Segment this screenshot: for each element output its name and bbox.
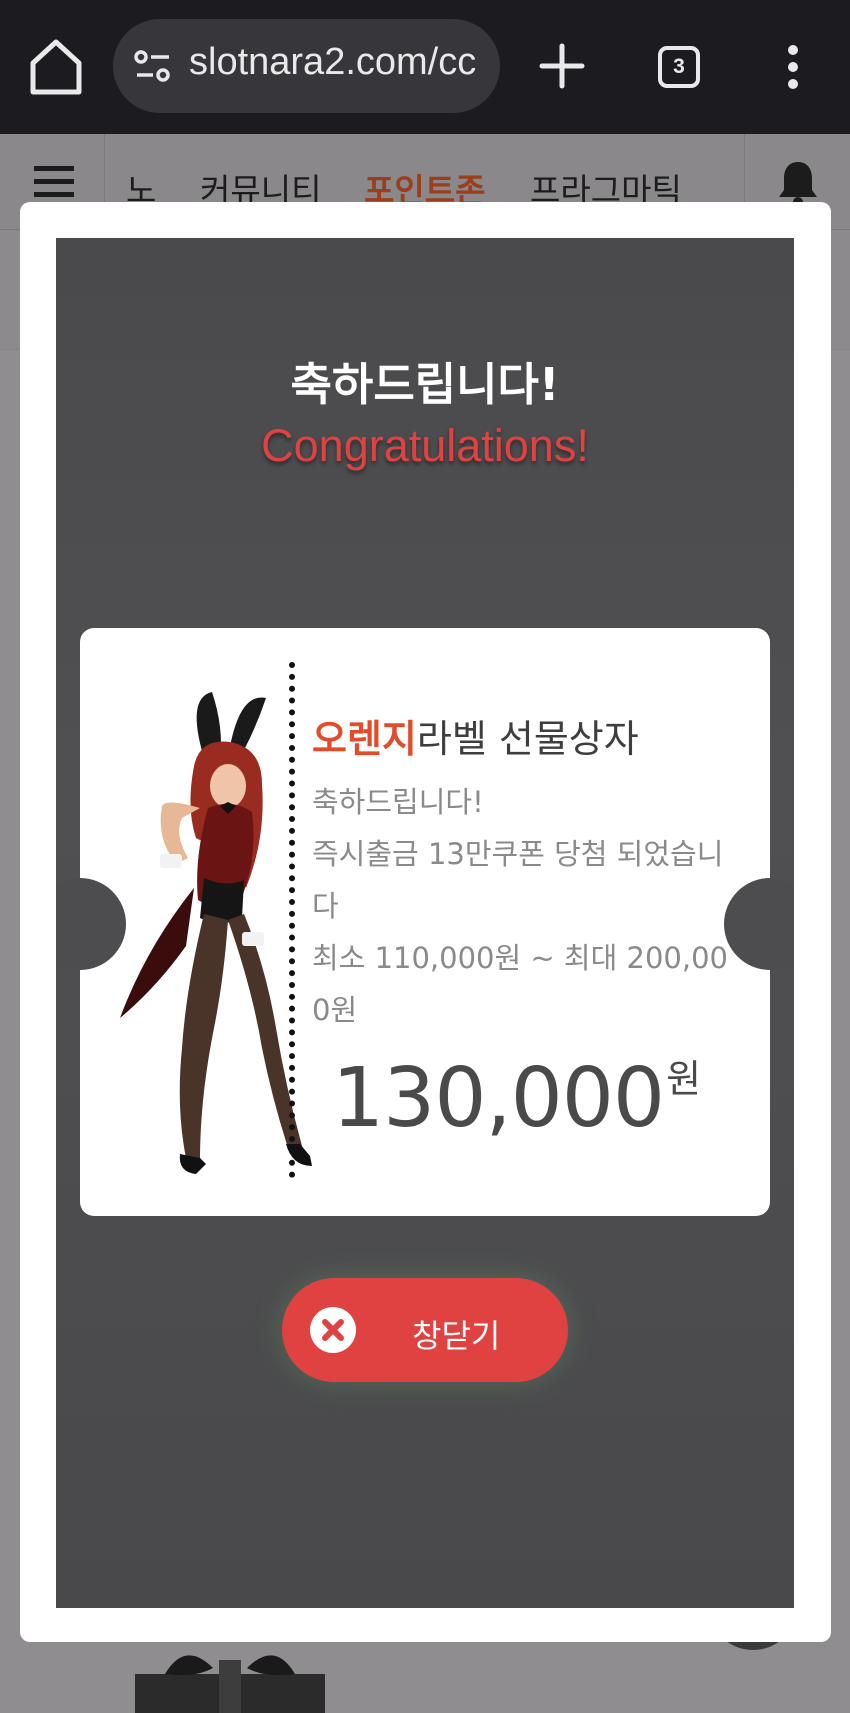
ticket-perforation xyxy=(289,662,295,1178)
prize-description: 축하드립니다! 즉시출금 13만쿠폰 당첨 되었습니다 최소 110,000원 … xyxy=(312,776,730,1036)
tab-switcher-button[interactable]: 3 xyxy=(658,46,700,88)
prize-amount-value: 130,000 xyxy=(332,1051,665,1146)
character-illustration xyxy=(120,692,312,1174)
bell-icon[interactable] xyxy=(776,158,820,208)
close-window-button[interactable]: 창닫기 xyxy=(282,1278,568,1382)
prize-ticket: 오렌지라벨 선물상자 축하드립니다! 즉시출금 13만쿠폰 당첨 되었습니다 최… xyxy=(56,628,794,1216)
modal-title-english: Congratulations! xyxy=(261,420,589,471)
prize-description-line: 즉시출금 13만쿠폰 당첨 되었습니다 xyxy=(312,837,724,923)
prize-amount-unit: 원 xyxy=(666,1057,702,1101)
prize-label-accent: 오렌지 xyxy=(312,717,417,761)
hamburger-icon[interactable] xyxy=(34,166,74,198)
more-menu-icon[interactable] xyxy=(782,44,804,90)
home-icon[interactable] xyxy=(28,36,84,98)
new-tab-icon[interactable] xyxy=(538,42,586,90)
congrats-modal: 축하드립니다! Congratulations! 오렌지라벨 선물상자 축하드립… xyxy=(20,202,831,1642)
close-icon xyxy=(310,1307,356,1353)
ticket-notch-right xyxy=(724,878,794,970)
modal-title-korean: 축하드립니다! xyxy=(290,358,560,411)
prize-description-line: 최소 110,000원 ~ 최대 200,000원 xyxy=(312,941,728,1027)
prize-label: 오렌지라벨 선물상자 xyxy=(312,708,639,763)
modal-panel: 축하드립니다! Congratulations! 오렌지라벨 선물상자 축하드립… xyxy=(56,238,794,1608)
prize-label-rest: 라벨 선물상자 xyxy=(416,717,639,761)
browser-toolbar: slotnara2.com/cc 3 xyxy=(0,0,850,134)
site-settings-icon[interactable] xyxy=(133,49,173,83)
prize-description-line: 축하드립니다! xyxy=(312,785,484,819)
url-text[interactable]: slotnara2.com/cc xyxy=(189,41,476,84)
address-bar[interactable]: slotnara2.com/cc xyxy=(113,19,500,113)
close-window-label: 창닫기 xyxy=(412,1317,501,1355)
gift-box-icon xyxy=(135,1655,325,1713)
prize-amount: 130,000원 xyxy=(332,1048,701,1146)
